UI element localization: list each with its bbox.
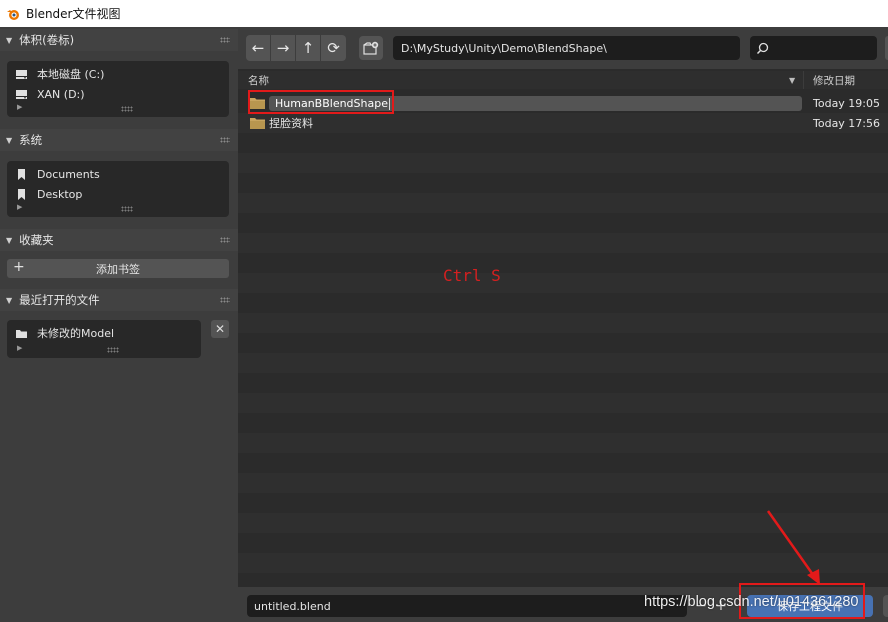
resize-grip-icon[interactable]	[121, 106, 133, 112]
window-titlebar: Blender文件视图	[0, 0, 888, 27]
refresh-icon: ⟳	[327, 39, 340, 57]
volumes-header-label: 体积(卷标)	[19, 33, 75, 47]
window-title: Blender文件视图	[26, 7, 121, 21]
add-bookmark-button[interactable]: + 添加书签	[7, 259, 229, 278]
recent-header-label: 最近打开的文件	[19, 293, 100, 307]
directory-path-text: D:\MyStudy\Unity\Demo\BlendShape\	[401, 41, 607, 55]
system-item-desktop[interactable]: Desktop	[15, 185, 82, 203]
system-item-label: Desktop	[37, 187, 83, 201]
recent-list: 未修改的Model ▶	[7, 320, 201, 358]
expand-triangle-icon[interactable]: ▶	[17, 344, 22, 352]
volumes-header[interactable]: ▼ 体积(卷标)	[0, 29, 238, 51]
forward-button[interactable]: →	[271, 35, 296, 61]
bookmarks-section: ▼ 收藏夹 + 添加书签	[0, 229, 238, 278]
arrow-right-icon: →	[276, 39, 290, 57]
folder-icon	[250, 118, 265, 129]
red-arrow-annotation	[766, 510, 820, 585]
file-name: 捏脸资料	[269, 117, 313, 130]
watermark-text: https://blog.csdn.net/u014361280	[644, 594, 859, 610]
collapse-triangle-icon: ▼	[6, 235, 13, 245]
filter-search-input[interactable]	[750, 36, 877, 60]
refresh-button[interactable]: ⟳	[321, 35, 346, 61]
file-date: Today 19:05	[813, 96, 881, 110]
search-icon	[756, 42, 769, 54]
drag-grip-icon[interactable]	[220, 137, 230, 143]
drive-icon	[16, 69, 27, 79]
bookmark-icon	[18, 188, 25, 200]
system-item-documents[interactable]: Documents	[15, 165, 100, 183]
system-section: ▼ 系统 Documents Desktop ▶	[0, 129, 238, 217]
collapse-triangle-icon: ▼	[6, 35, 13, 45]
volume-item-c[interactable]: 本地磁盘 (C:)	[15, 65, 104, 83]
volume-item-d[interactable]: XAN (D:)	[15, 85, 85, 103]
sort-arrow-icon[interactable]: ▼	[789, 76, 795, 85]
volume-item-label: XAN (D:)	[37, 87, 85, 101]
column-date-header[interactable]: 修改日期	[813, 73, 855, 88]
column-separator[interactable]	[803, 71, 804, 89]
system-item-label: Documents	[37, 167, 100, 181]
drag-grip-icon[interactable]	[220, 297, 230, 303]
parent-dir-button[interactable]: ↑	[296, 35, 321, 61]
remove-recent-button[interactable]: ✕	[211, 320, 229, 338]
new-folder-icon	[363, 41, 379, 55]
drag-grip-icon[interactable]	[220, 37, 230, 43]
drag-grip-icon[interactable]	[220, 237, 230, 243]
recent-item[interactable]: 未修改的Model	[15, 324, 114, 342]
nav-button-group: ← → ↑ ⟳	[246, 35, 346, 61]
new-directory-button[interactable]	[359, 36, 383, 60]
folder-icon	[16, 329, 27, 338]
arrow-left-icon: ←	[251, 39, 265, 57]
file-row[interactable]: 捏脸资料 Today 17:56	[238, 113, 888, 133]
bookmark-icon	[18, 168, 25, 180]
cancel-button[interactable]	[883, 595, 888, 617]
arrow-up-icon: ↑	[301, 39, 315, 57]
recent-header[interactable]: ▼ 最近打开的文件	[0, 289, 238, 311]
resize-grip-icon[interactable]	[121, 206, 133, 212]
bookmarks-header[interactable]: ▼ 收藏夹	[0, 229, 238, 251]
file-date: Today 17:56	[813, 116, 881, 130]
system-header[interactable]: ▼ 系统	[0, 129, 238, 151]
bookmarks-header-label: 收藏夹	[19, 233, 54, 247]
drive-icon	[16, 89, 27, 99]
column-header: 名称 ▼ 修改日期	[238, 71, 888, 89]
resize-grip-icon[interactable]	[107, 347, 119, 353]
back-button[interactable]: ←	[246, 35, 271, 61]
filename-input[interactable]: untitled.blend	[247, 595, 687, 617]
close-icon: ✕	[214, 322, 226, 336]
collapse-triangle-icon: ▼	[6, 135, 13, 145]
system-header-label: 系统	[19, 133, 43, 147]
volumes-list: 本地磁盘 (C:) XAN (D:) ▶	[7, 61, 229, 117]
volumes-section: ▼ 体积(卷标) 本地磁盘 (C:) XAN (D:) ▶	[0, 29, 238, 117]
sidebar: ▼ 体积(卷标) 本地磁盘 (C:) XAN (D:) ▶ ▼ 系统 Docum…	[0, 27, 238, 622]
collapse-triangle-icon: ▼	[6, 295, 13, 305]
highlight-box-folder	[248, 90, 394, 114]
recent-item-label: 未修改的Model	[37, 327, 115, 340]
filename-text: untitled.blend	[254, 599, 331, 613]
volume-item-label: 本地磁盘 (C:)	[37, 68, 105, 81]
add-bookmark-label: 添加书签	[96, 262, 140, 276]
shortcut-annotation: Ctrl S	[443, 266, 501, 285]
expand-triangle-icon[interactable]: ▶	[17, 203, 22, 211]
recent-section: ▼ 最近打开的文件 未修改的Model ▶ ✕	[0, 289, 238, 358]
blender-logo-icon	[7, 9, 19, 20]
toolbar: ← → ↑ ⟳ D:\MyStudy\Unity\Demo\BlendShape…	[238, 27, 888, 69]
directory-path-input[interactable]: D:\MyStudy\Unity\Demo\BlendShape\	[393, 36, 740, 60]
column-name-header[interactable]: 名称	[248, 73, 269, 88]
plus-icon: +	[13, 259, 25, 275]
system-list: Documents Desktop ▶	[7, 161, 229, 217]
expand-triangle-icon[interactable]: ▶	[17, 103, 22, 111]
